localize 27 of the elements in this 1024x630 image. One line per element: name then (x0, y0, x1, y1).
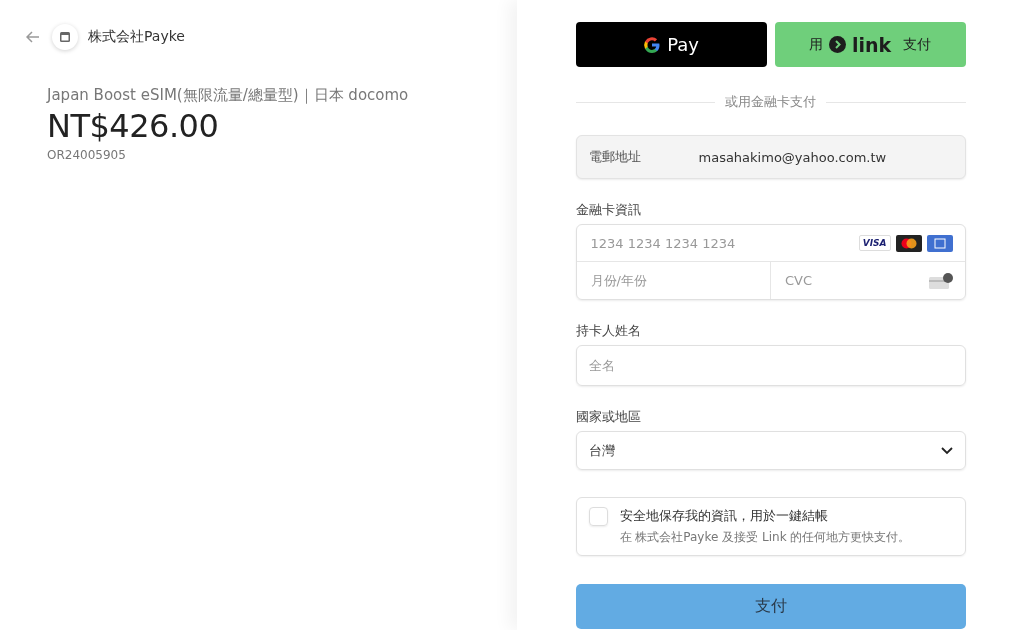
cardholder-name-field[interactable]: 全名 (575, 345, 966, 386)
checkbox[interactable] (588, 507, 608, 526)
mastercard-logo-icon (895, 234, 922, 252)
cardholder-label: 持卡人姓名 (575, 322, 642, 340)
chevron-down-icon (940, 446, 953, 455)
visa-logo: VISA (858, 235, 891, 251)
link-pay-button[interactable]: 用 link 支付 (774, 22, 966, 67)
merchant-name: 株式会社Payke (88, 28, 185, 46)
expiry-field[interactable]: 月份/年份 (588, 272, 758, 289)
price: NT$426.00 (47, 107, 220, 145)
country-select[interactable]: 台灣 (575, 431, 966, 470)
cvc-card-icon (928, 272, 953, 289)
divider-label: 或用金融卡支付 (725, 93, 816, 111)
google-g-logo-icon (643, 35, 662, 54)
google-pay-button[interactable]: Pay (575, 22, 767, 67)
chevron-circle-icon (828, 36, 846, 53)
cvc-field[interactable]: CVC (783, 272, 929, 289)
country-label: 國家或地區 (575, 408, 642, 426)
email-field[interactable]: 電郵地址 masahakimo@yahoo.com.tw (575, 135, 966, 179)
back-arrow-icon[interactable] (26, 31, 40, 43)
amex-logo-icon (926, 234, 953, 252)
order-id: OR24005905 (47, 148, 127, 162)
card-info-label: 金融卡資訊 (575, 201, 642, 219)
card-number-field[interactable]: 1234 1234 1234 1234 (588, 234, 854, 252)
product-name: Japan Boost eSIM(無限流量/總量型)｜日本 docomo (47, 86, 410, 105)
save-info-description: 在 株式会社Payke 及接受 Link 的任何地方更快支付。 (619, 529, 911, 546)
save-info-title: 安全地保存我的資訊，用於一鍵結帳 (619, 507, 829, 525)
